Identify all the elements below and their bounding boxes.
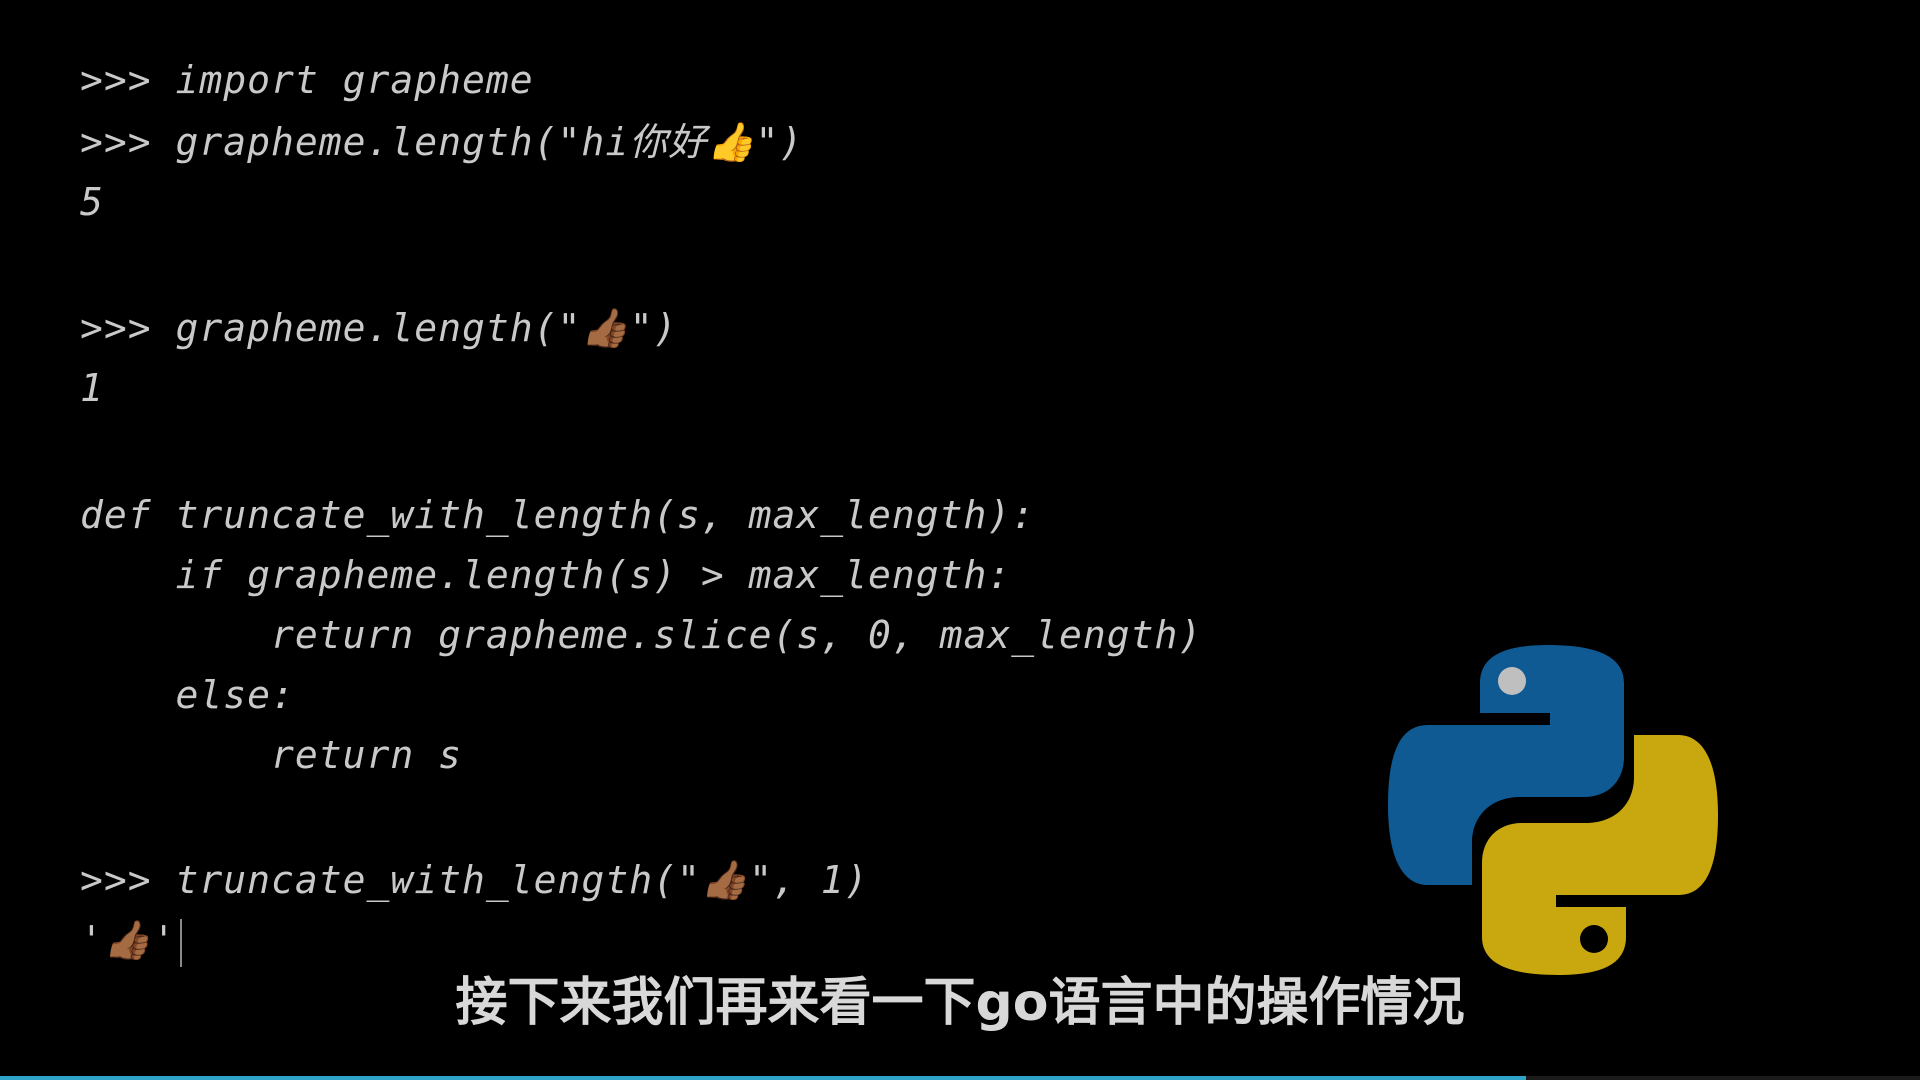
python-logo-yellow-eye (1580, 925, 1608, 953)
video-subtitle: 接下来我们再来看一下go语言中的操作情况 (455, 973, 1465, 1033)
video-progress-bar[interactable] (0, 1076, 1920, 1080)
code-output: 1 (80, 366, 104, 410)
code-output-text: '👍🏾' (80, 918, 177, 962)
code-output: 5 (80, 180, 104, 224)
code-line: return grapheme.slice(s, 0, max_length) (80, 613, 1203, 657)
code-output: '👍🏾' (80, 910, 183, 970)
text-cursor (180, 918, 183, 967)
code-line: if grapheme.length(s) > max_length: (80, 553, 1012, 597)
code-line: return s (80, 733, 463, 777)
video-frame: >>> import grapheme >>> grapheme.length(… (0, 0, 1920, 1080)
code-line: >>> grapheme.length("hi你好👍") (80, 120, 804, 164)
code-line: >>> import grapheme (80, 58, 534, 102)
code-line: else: (80, 673, 295, 717)
code-line: def truncate_with_length(s, max_length): (80, 493, 1036, 537)
python-logo-blue-eye (1498, 667, 1526, 695)
code-line: >>> grapheme.length("👍🏾") (80, 306, 678, 350)
python-logo-icon (1388, 645, 1718, 975)
video-progress-fill (0, 1076, 1527, 1080)
code-line: >>> truncate_with_length("👍🏾", 1) (80, 858, 869, 902)
